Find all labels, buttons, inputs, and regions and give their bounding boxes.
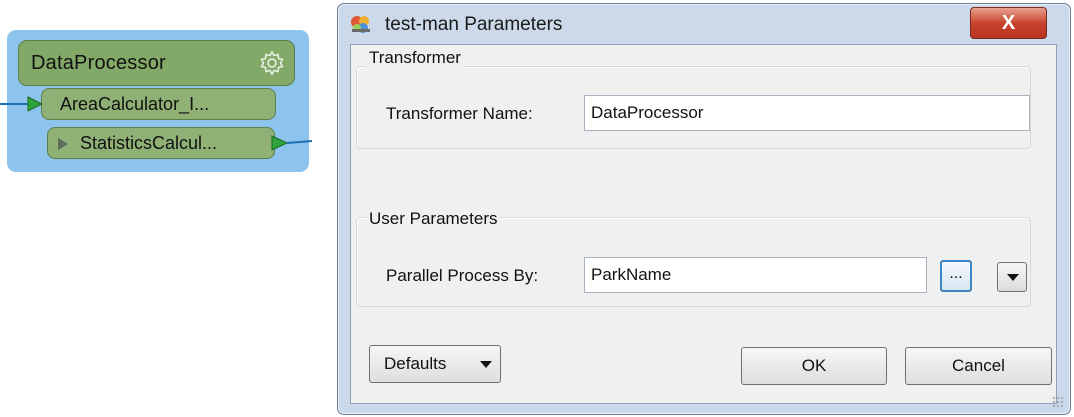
output-connector-line — [286, 140, 313, 144]
app-icon — [351, 16, 370, 33]
parallel-process-field[interactable]: ParkName — [584, 257, 927, 293]
transformer-name-field[interactable]: DataProcessor — [584, 95, 1030, 131]
parameters-dialog: test-man Parameters X Transformer Transf… — [337, 3, 1071, 415]
browse-button[interactable]: ... — [940, 260, 972, 292]
transformer-name-label: Transformer Name: — [386, 104, 533, 123]
parallel-process-label: Parallel Process By: — [386, 266, 539, 285]
chevron-down-icon — [1007, 274, 1019, 281]
parallel-process-dropdown-button[interactable] — [997, 262, 1027, 292]
user-parameters-group-title: User Parameters — [366, 209, 501, 229]
cancel-button[interactable]: Cancel — [905, 347, 1052, 385]
resize-grip[interactable] — [1052, 396, 1064, 408]
dialog-title: test-man Parameters — [385, 14, 563, 35]
chevron-down-icon — [480, 361, 492, 368]
input-arrow-icon[interactable] — [27, 96, 44, 112]
defaults-button[interactable]: Defaults — [369, 345, 501, 383]
dialog-titlebar[interactable]: test-man Parameters X — [338, 4, 1070, 41]
ok-button[interactable]: OK — [741, 347, 887, 385]
output-arrow-icon[interactable] — [271, 135, 289, 151]
transformer-group-title: Transformer — [366, 48, 464, 68]
close-button[interactable]: X — [970, 7, 1047, 39]
defaults-button-label: Defaults — [384, 354, 447, 373]
connector-lines — [0, 96, 313, 151]
